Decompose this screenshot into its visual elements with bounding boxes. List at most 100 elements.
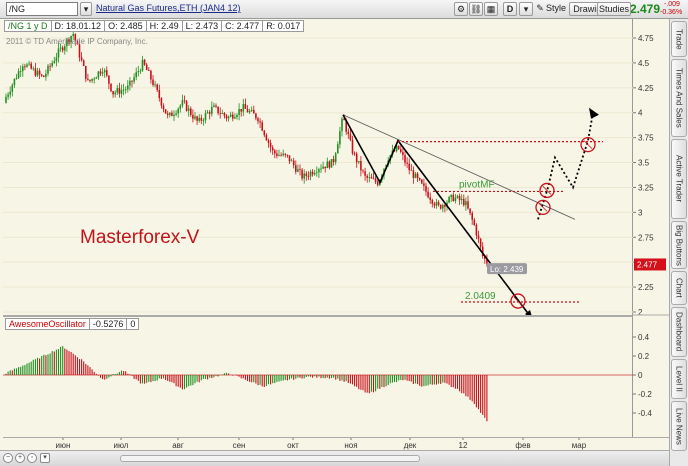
candle-body bbox=[332, 159, 335, 163]
candle-body bbox=[368, 177, 371, 178]
candle-body bbox=[217, 106, 219, 114]
candle-body bbox=[418, 178, 421, 180]
side-tab-trade[interactable]: Trade bbox=[671, 21, 687, 57]
candle-body bbox=[80, 57, 83, 61]
candle-body bbox=[225, 115, 228, 119]
candle-body bbox=[328, 161, 331, 168]
chart-options-icon[interactable]: ▾ bbox=[40, 453, 50, 463]
candle-body bbox=[169, 112, 171, 116]
candle-body bbox=[358, 161, 360, 163]
price-tick-label: 4.25 bbox=[638, 84, 654, 93]
candle-body bbox=[410, 169, 413, 171]
candle-body bbox=[248, 111, 251, 113]
candle-body bbox=[103, 70, 106, 73]
candle-body bbox=[439, 204, 442, 209]
info-open: O: 2.485 bbox=[104, 20, 147, 32]
candle-body bbox=[7, 94, 9, 97]
candle-body bbox=[215, 105, 217, 107]
candle-body bbox=[305, 173, 308, 176]
series-label[interactable]: /NG 1 y D bbox=[4, 20, 52, 32]
projection-dotted-path bbox=[537, 112, 594, 220]
style-button[interactable]: Style bbox=[546, 2, 566, 16]
instrument-title[interactable]: Natural Gas Futures,ETH (JAN4 12) bbox=[96, 3, 241, 13]
candle-body bbox=[187, 108, 190, 111]
candle-body bbox=[318, 169, 320, 173]
candle-body bbox=[347, 131, 350, 135]
candle-body bbox=[198, 117, 200, 121]
candle-body bbox=[164, 109, 167, 114]
info-low: L: 2.473 bbox=[181, 20, 223, 32]
candle-body bbox=[236, 115, 238, 118]
candle-body bbox=[61, 47, 64, 51]
candle-body bbox=[196, 116, 198, 121]
studies-button[interactable]: Studies bbox=[597, 2, 631, 16]
price-axis[interactable]: 4.754.54.2543.753.53.2532.752.52.2522.47… bbox=[633, 19, 669, 437]
symbol-dropdown-icon[interactable]: ▾ bbox=[80, 2, 92, 16]
time-axis[interactable]: июн июл авг сен окт ноя дек 12 фев мар bbox=[3, 437, 669, 450]
candle-body bbox=[154, 84, 156, 86]
symbol-input[interactable]: /NG bbox=[6, 2, 78, 16]
candle-body bbox=[267, 140, 270, 143]
grid-icon[interactable]: ▦ bbox=[484, 2, 498, 16]
last-price: 2.479 bbox=[630, 2, 661, 16]
time-scrollbar[interactable] bbox=[120, 455, 420, 462]
candle-body bbox=[234, 117, 236, 119]
side-tab-active-trader[interactable]: Active Trader bbox=[671, 139, 687, 219]
channel-trendline bbox=[342, 114, 576, 220]
price-tick-label: 4.5 bbox=[638, 59, 650, 68]
candle-body bbox=[47, 65, 49, 74]
oscillator-svg bbox=[3, 346, 633, 422]
candle-body bbox=[55, 57, 58, 62]
price-tick-label: 3.5 bbox=[638, 159, 650, 168]
candle-body bbox=[175, 113, 177, 115]
side-tab-times-and-sales[interactable]: Times And Sales bbox=[671, 59, 687, 137]
candle-body bbox=[190, 108, 192, 115]
side-tab-dashboard[interactable]: Dashboard bbox=[671, 307, 687, 357]
candle-body bbox=[87, 78, 89, 80]
candle-body bbox=[465, 201, 467, 206]
candle-body bbox=[297, 169, 299, 172]
candle-body bbox=[412, 170, 415, 178]
candle-body bbox=[72, 34, 74, 37]
zoom-in-icon[interactable]: + bbox=[15, 453, 25, 463]
candle-body bbox=[17, 71, 20, 78]
side-tab-big-buttons[interactable]: Big Buttons bbox=[671, 221, 687, 269]
side-tab-live-news[interactable]: Live News bbox=[671, 401, 687, 451]
side-tab-level-ii[interactable]: Level II bbox=[671, 359, 687, 399]
candle-body bbox=[183, 100, 186, 102]
candle-body bbox=[301, 169, 303, 179]
price-tick-label: 4 bbox=[638, 109, 643, 118]
candle-body bbox=[467, 201, 469, 209]
candle-body bbox=[24, 66, 26, 68]
candle-body bbox=[286, 154, 289, 156]
oscillator-pane[interactable] bbox=[3, 315, 633, 437]
side-tab-chart[interactable]: Chart bbox=[671, 271, 687, 305]
settings-icon[interactable]: ⚙ bbox=[454, 2, 468, 16]
candle-body bbox=[376, 181, 379, 186]
candle-body bbox=[408, 163, 410, 170]
candle-body bbox=[45, 73, 47, 77]
candle-body bbox=[370, 177, 373, 179]
candle-body bbox=[110, 83, 112, 92]
candle-body bbox=[38, 70, 41, 75]
candle-body bbox=[366, 175, 368, 178]
chart-type-icon[interactable]: ▾ bbox=[519, 2, 533, 16]
candle-body bbox=[40, 74, 43, 76]
candle-body bbox=[433, 203, 436, 206]
price-chart-pane[interactable]: Masterforex-V pivotMF 2.0409 Lo: 2.439 bbox=[3, 19, 633, 321]
candle-body bbox=[246, 108, 249, 113]
candle-body bbox=[89, 79, 91, 81]
candle-body bbox=[322, 166, 324, 169]
osc-tick-label: 0.4 bbox=[638, 333, 650, 342]
target-label: 2.0409 bbox=[465, 291, 496, 302]
candle-body bbox=[238, 108, 240, 116]
candle-body bbox=[427, 191, 429, 198]
zoom-fit-icon[interactable]: ◦ bbox=[27, 453, 37, 463]
link-icon[interactable]: ⛓ bbox=[469, 2, 483, 16]
period-button[interactable]: D bbox=[503, 2, 517, 16]
candle-body bbox=[355, 153, 358, 163]
candle-body bbox=[162, 105, 165, 110]
oscillator-name[interactable]: AwesomeOscillator bbox=[5, 318, 90, 330]
zoom-out-icon[interactable]: − bbox=[3, 453, 13, 463]
low-label: Lo: 2.439 bbox=[490, 265, 524, 274]
